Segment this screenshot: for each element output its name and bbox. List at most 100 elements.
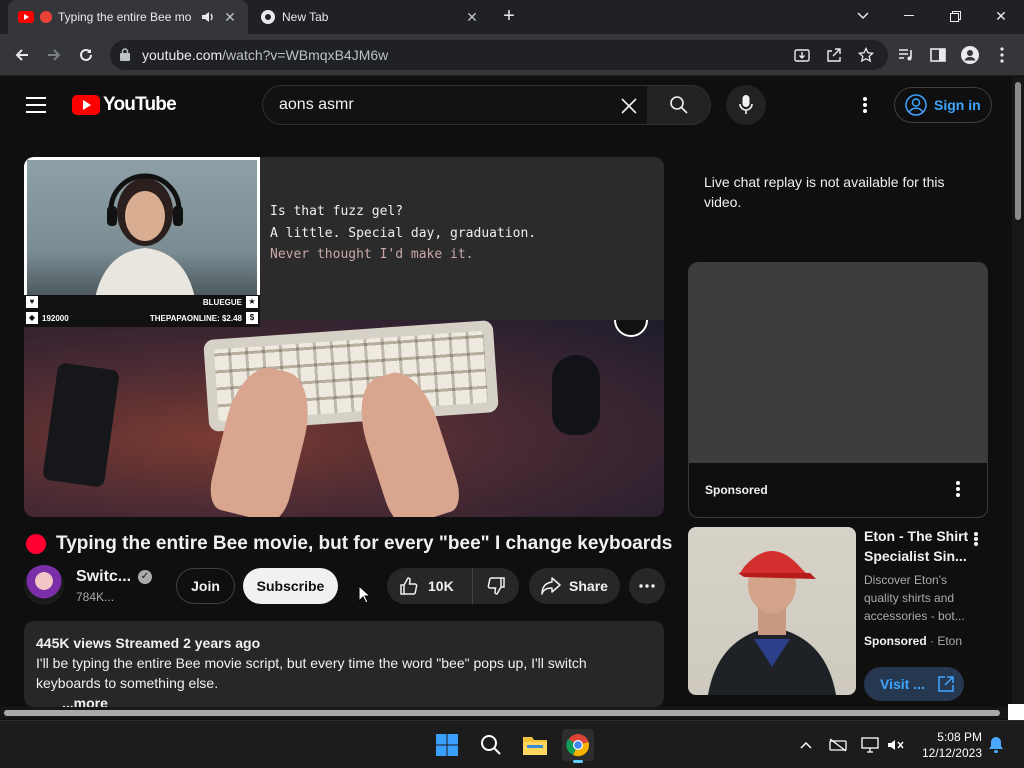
share-page-icon[interactable] [822,43,846,67]
subtitle-panel: Is that fuzz gel? A little. Special day,… [260,157,664,320]
account-circle-icon [905,94,927,116]
recording-indicator-icon [40,11,52,23]
tab-youtube[interactable]: Typing the entire Bee mo ✕ [8,0,248,34]
restore-window-icon[interactable] [940,4,970,28]
search-icon [669,96,688,114]
promo-meta: Sponsored · Eton [864,634,963,648]
close-tab-icon[interactable]: ✕ [220,7,240,27]
search-button[interactable] [647,85,711,125]
more-horizontal-icon [639,584,655,588]
channel-avatar[interactable] [24,565,64,605]
chrome-menu-icon[interactable] [990,43,1014,67]
guide-menu-icon[interactable] [26,97,46,113]
notification-bell-icon[interactable] [986,735,1006,755]
new-tab-button[interactable]: + [498,6,520,27]
promo-thumbnail[interactable] [688,527,856,695]
taskbar-search-icon[interactable] [475,729,507,761]
audio-playing-icon[interactable] [200,9,216,25]
mouse-cursor-icon [358,585,372,604]
clear-search-icon[interactable] [617,94,641,118]
browser-tab-strip: Typing the entire Bee mo ✕ New Tab ✕ + ✕ [0,0,1024,34]
bookmark-star-icon[interactable] [854,43,878,67]
more-actions-button[interactable] [629,568,665,604]
live-indicator-icon [26,534,46,554]
ad-menu-icon[interactable] [951,479,965,499]
address-bar[interactable]: youtube.com/watch?v=WBmqxB4JM6w [110,40,888,70]
view-count-date: 445K views Streamed 2 years ago [36,635,261,651]
like-count: 10K [428,578,454,594]
promo-menu-icon[interactable] [970,530,982,548]
heart-icon: ♥ [26,296,38,308]
channel-name[interactable]: Switc... [76,568,131,586]
description-box[interactable]: 445K views Streamed 2 years ago I'll be … [24,621,664,707]
subtitle-line: Is that fuzz gel? [270,204,404,219]
settings-more-icon[interactable] [855,95,875,115]
streamer-image [95,173,195,298]
chrome-taskbar-icon[interactable] [562,729,594,763]
minimize-window-icon[interactable] [894,4,924,28]
tab-new-tab[interactable]: New Tab ✕ [250,0,490,34]
youtube-favicon-icon [18,9,34,25]
video-title: Typing the entire Bee movie, but for eve… [56,533,673,554]
mouse-image [552,355,600,435]
volume-muted-icon[interactable] [886,735,906,755]
horizontal-scrollbar[interactable] [0,707,1012,719]
live-chat-notice: Live chat replay is not available for th… [704,174,945,210]
star-icon: ★ [246,296,258,308]
side-panel-icon[interactable] [926,43,950,67]
video-player[interactable]: Is that fuzz gel? A little. Special day,… [24,157,664,517]
no-internet-icon[interactable] [828,735,848,755]
video-title-row: Typing the entire Bee movie, but for eve… [26,531,672,557]
phone-image [42,362,120,488]
network-icon[interactable] [860,735,880,755]
close-window-icon[interactable]: ✕ [986,4,1016,28]
thumbs-down-icon [487,577,505,595]
install-app-icon[interactable] [790,43,814,67]
profile-icon[interactable] [958,43,982,67]
forward-arrow-icon[interactable] [42,43,66,67]
share-arrow-icon [541,577,561,595]
sponsored-ad-card[interactable]: Sponsored [688,262,988,518]
stream-stats-bar: ♥ BLUEGUE ★ ◆ 192000 THEPAPAONLINE: $2.4… [24,295,260,327]
windows-taskbar: 5:08 PM 12/12/2023 [0,720,1024,768]
scrollbar-corner [1008,704,1024,720]
join-button[interactable]: Join [176,568,235,604]
visit-site-button[interactable]: Visit ... [864,667,964,701]
video-frame-desk [24,319,664,517]
youtube-logo[interactable]: YouTube [72,94,177,116]
external-link-icon [938,676,954,692]
share-button[interactable]: Share [529,568,620,604]
reload-icon[interactable] [74,43,98,67]
vertical-scrollbar[interactable] [1012,77,1024,707]
subscribe-button[interactable]: Subscribe [243,568,338,604]
model-photo-image [708,551,836,695]
verified-badge-icon: ✓ [138,570,152,584]
promo-title[interactable]: Eton - The Shirt Specialist Sin... [864,526,974,566]
file-explorer-icon[interactable] [519,729,551,761]
show-more-link[interactable]: ...more [36,693,652,707]
tab-search-icon[interactable] [848,4,878,28]
system-clock[interactable]: 5:08 PM 12/12/2023 [914,729,982,761]
thumbs-up-icon [400,577,418,595]
promo-description: Discover Eton's quality shirts and acces… [864,573,965,623]
close-tab-icon[interactable]: ✕ [462,7,482,27]
back-arrow-icon[interactable] [10,43,34,67]
voice-search-button[interactable] [726,85,766,125]
youtube-play-logo-icon [72,95,100,115]
media-controls-icon[interactable] [894,43,918,67]
search-input[interactable]: aons asmr [262,85,648,125]
windows-start-icon[interactable] [431,729,463,761]
like-dislike-bar: 10K [387,568,519,604]
diamond-icon: ◆ [26,312,38,324]
lock-icon[interactable] [120,48,130,66]
description-text: I'll be typing the entire Bee movie scri… [36,655,587,691]
tab-title: New Tab [282,10,329,24]
browser-toolbar: youtube.com/watch?v=WBmqxB4JM6w [0,34,1024,76]
show-hidden-icons-icon[interactable] [796,735,816,755]
dollar-icon: $ [246,312,258,324]
url-text: youtube.com/watch?v=WBmqxB4JM6w [142,47,389,63]
like-button[interactable]: 10K [387,568,473,604]
subscriber-count: 784K... [76,590,115,604]
sign-in-button[interactable]: Sign in [894,87,992,123]
dislike-button[interactable] [473,568,519,604]
